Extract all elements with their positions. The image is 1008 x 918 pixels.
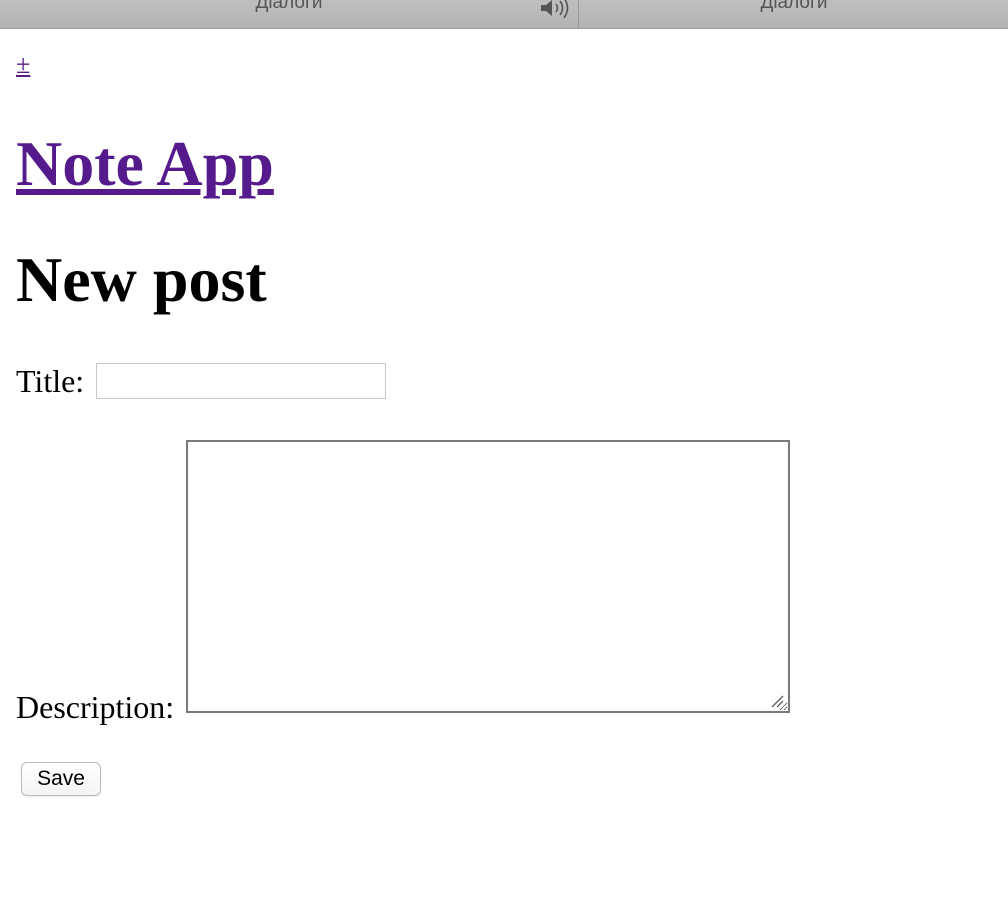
tab-label: Діалоги xyxy=(760,0,828,13)
tab-label: Діалоги xyxy=(255,0,323,13)
title-input[interactable] xyxy=(96,363,386,399)
tab-dialogs-1[interactable]: Діалоги xyxy=(0,0,578,28)
app-title-link[interactable]: Note App xyxy=(16,128,274,199)
page-title: New post xyxy=(16,244,267,315)
new-post-link[interactable]: ± xyxy=(16,50,30,80)
tab-dialogs-2[interactable]: Діалоги xyxy=(580,0,1008,28)
description-label: Description: xyxy=(16,689,175,725)
speaker-icon[interactable] xyxy=(540,0,574,18)
app-title: Note App xyxy=(16,129,274,199)
browser-tab-bar: Діалоги Діалоги xyxy=(0,0,1008,29)
resize-grip-icon[interactable] xyxy=(770,694,784,708)
tab-divider xyxy=(578,0,579,28)
save-button[interactable]: Save xyxy=(21,762,101,796)
title-label: Title: xyxy=(16,363,85,399)
description-textarea[interactable] xyxy=(186,440,790,713)
